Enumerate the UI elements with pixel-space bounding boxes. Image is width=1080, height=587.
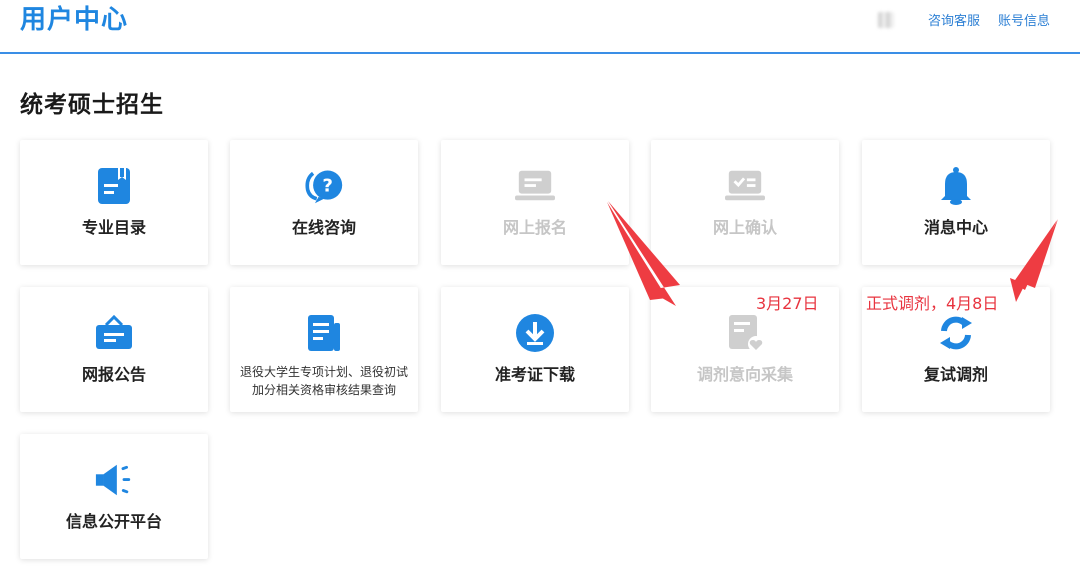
laptop-check-icon: [725, 166, 765, 206]
card-label: 复试调剂: [923, 365, 988, 384]
document-icon: [304, 313, 344, 353]
card-label: 准考证下载: [494, 365, 575, 384]
chat-question-icon: ?: [304, 166, 344, 206]
card-major-catalog[interactable]: 专业目录: [20, 140, 208, 265]
laptop-icon: [515, 166, 555, 206]
card-registration-notice[interactable]: 网报公告: [20, 287, 208, 412]
card-label: 在线咨询: [291, 218, 356, 237]
card-message-center[interactable]: 消息中心: [862, 140, 1050, 265]
card-label: 网上报名: [502, 218, 567, 237]
bell-icon: [936, 166, 976, 206]
form-heart-icon: [725, 313, 765, 353]
card-label: 专业目录: [81, 218, 146, 237]
card-online-registration[interactable]: 网上报名: [441, 140, 629, 265]
card-online-consult[interactable]: ? 在线咨询: [230, 140, 418, 265]
card-label: 调剂意向采集: [696, 365, 793, 384]
card-sublabel: 退役大学生专项计划、退役初试加分相关资格审核结果查询: [239, 365, 408, 397]
card-label: 信息公开平台: [65, 512, 162, 531]
card-label: 消息中心: [923, 218, 988, 237]
card-label: 网报公告: [81, 365, 146, 384]
card-online-confirmation[interactable]: 网上确认: [651, 140, 839, 265]
card-label: 网上确认: [712, 218, 777, 237]
card-info-disclosure[interactable]: 信息公开平台: [20, 434, 208, 559]
svg-text:?: ?: [322, 175, 333, 196]
download-icon: [515, 313, 555, 353]
briefcase-icon: [94, 313, 134, 353]
refresh-icon: [936, 313, 976, 353]
megaphone-icon: [94, 460, 134, 500]
book-icon: [94, 166, 134, 206]
annotation-date-1: 3月27日: [756, 294, 819, 313]
card-admission-ticket-download[interactable]: 准考证下载: [441, 287, 629, 412]
annotation-date-2: 正式调剂，4月8日: [866, 294, 999, 313]
card-veteran-review[interactable]: 退役大学生专项计划、退役初试加分相关资格审核结果查询: [230, 287, 418, 412]
